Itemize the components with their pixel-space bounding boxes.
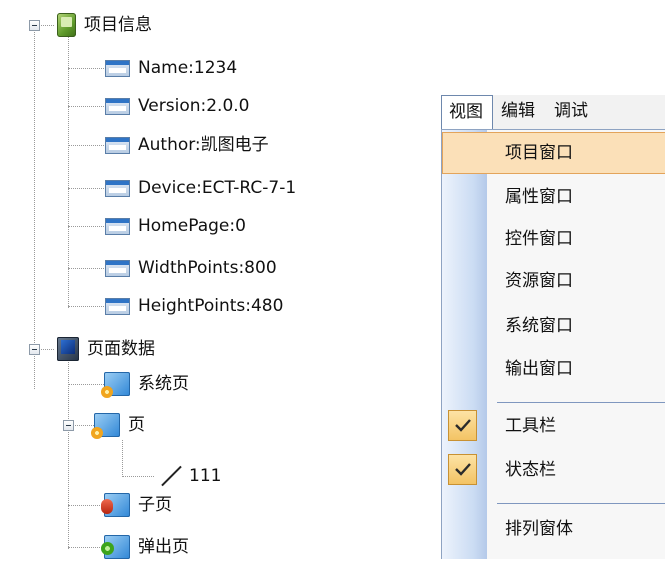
menu-item-label: 系统窗口 (505, 316, 573, 336)
tree-connector-line (68, 384, 104, 385)
checkmark-box (448, 410, 477, 441)
tree-connector-line (68, 34, 69, 308)
tree-item-label: Device:ECT-RC-7-1 (138, 178, 297, 198)
menu-item-label: 工具栏 (505, 416, 556, 436)
tree-item-label: HeightPoints:480 (138, 296, 284, 316)
menu-item-label: 输出窗口 (505, 359, 573, 379)
menu-item-project-window[interactable]: 项目窗口 (442, 132, 665, 174)
monitor-icon (57, 337, 79, 361)
menu-item-resource-window[interactable]: 资源窗口 (442, 260, 665, 302)
tree-connector-line (68, 106, 108, 107)
tree-connector-line (34, 30, 35, 389)
line-icon (155, 464, 181, 488)
tree-item-label: Name:1234 (138, 58, 238, 78)
tree-item-name[interactable]: Name:1234 (105, 51, 237, 85)
checkmark-icon (455, 419, 471, 432)
tree-connector-line (122, 440, 123, 477)
collapse-toggle-page-data[interactable] (29, 344, 40, 355)
project-tree: 项目信息 Name:1234 Version:2.0.0 Author:凯图电子… (0, 0, 420, 559)
property-icon (105, 259, 130, 277)
tree-connector-line (68, 188, 108, 189)
tree-connector-line (68, 547, 104, 548)
menu-item-label: 排列窗体 (505, 519, 573, 539)
menu-item-label: 状态栏 (505, 460, 556, 480)
tree-connector-line (38, 25, 54, 26)
sub-page-icon (101, 493, 130, 517)
tree-connector-line (68, 145, 108, 146)
view-dropdown-menu: 项目窗口 属性窗口 控件窗口 资源窗口 系统窗口 输出窗口 工具栏 状态栏 排列… (441, 129, 665, 559)
tree-item-label: Version:2.0.0 (138, 96, 250, 116)
tree-item-label: Author:凯图电子 (138, 135, 269, 155)
menu-separator (497, 402, 665, 403)
menu-debug[interactable]: 调试 (546, 95, 599, 129)
property-icon (105, 59, 130, 77)
collapse-toggle-page[interactable] (63, 420, 74, 431)
property-icon (105, 136, 130, 154)
collapse-toggle-project-info[interactable] (29, 20, 40, 31)
project-icon (57, 13, 76, 37)
menu-item-output-window[interactable]: 输出窗口 (442, 348, 665, 390)
tree-connector-line (38, 349, 54, 350)
tree-item-device[interactable]: Device:ECT-RC-7-1 (105, 171, 296, 205)
checkmark-box (448, 454, 477, 485)
menu-item-label: 控件窗口 (505, 229, 573, 249)
property-icon (105, 297, 130, 315)
menu-item-toolbar[interactable]: 工具栏 (442, 405, 665, 447)
tree-connector-line (68, 306, 108, 307)
menu-item-statusbar[interactable]: 状态栏 (442, 449, 665, 491)
system-page-icon (101, 372, 130, 398)
menu-edit[interactable]: 编辑 (493, 95, 546, 129)
tree-node-project-info[interactable]: 项目信息 (57, 8, 152, 42)
tree-connector-line (68, 68, 108, 69)
menu-item-property-window[interactable]: 属性窗口 (442, 176, 665, 218)
tree-node-page-data[interactable]: 页面数据 (57, 332, 155, 366)
tree-item-label: 页 (128, 415, 145, 435)
menu-item-label: 项目窗口 (505, 143, 573, 163)
menu-view[interactable]: 视图 (441, 95, 493, 129)
property-icon (105, 217, 130, 235)
tree-node-label: 页面数据 (87, 339, 155, 359)
menu-bar: 视图 编辑 调试 (441, 95, 665, 129)
menu-item-label: 属性窗口 (505, 187, 573, 207)
tree-item-author[interactable]: Author:凯图电子 (105, 128, 269, 162)
tree-item-system-page[interactable]: 系统页 (101, 367, 189, 401)
tree-item-label: HomePage:0 (138, 216, 246, 236)
popup-page-icon (101, 535, 130, 559)
tree-connector-line (68, 362, 69, 549)
tree-item-page[interactable]: 页 (91, 408, 145, 442)
tree-connector-line (72, 425, 94, 426)
tree-connector-line (68, 226, 108, 227)
tree-item-homepage[interactable]: HomePage:0 (105, 209, 246, 243)
menu-item-control-window[interactable]: 控件窗口 (442, 218, 665, 260)
tree-item-height-points[interactable]: HeightPoints:480 (105, 289, 283, 323)
menu-item-label: 资源窗口 (505, 271, 573, 291)
tree-connector-line (68, 268, 108, 269)
menu-item-arrange-windows[interactable]: 排列窗体 (442, 508, 665, 550)
property-icon (105, 97, 130, 115)
tree-item-width-points[interactable]: WidthPoints:800 (105, 251, 277, 285)
tree-item-label: 111 (189, 466, 222, 486)
property-icon (105, 179, 130, 197)
tree-item-version[interactable]: Version:2.0.0 (105, 89, 250, 123)
checkmark-icon (455, 463, 471, 476)
tree-node-label: 项目信息 (84, 15, 152, 35)
tree-item-label: 子页 (138, 495, 172, 515)
tree-item-sub-page[interactable]: 子页 (101, 488, 172, 522)
menu-separator (497, 503, 665, 504)
tree-item-label: WidthPoints:800 (138, 258, 277, 278)
menu-item-system-window[interactable]: 系统窗口 (442, 305, 665, 347)
tree-item-label: 系统页 (138, 374, 189, 394)
tree-connector-line (68, 505, 104, 506)
page-icon (91, 413, 120, 439)
tree-connector-line (122, 476, 154, 477)
